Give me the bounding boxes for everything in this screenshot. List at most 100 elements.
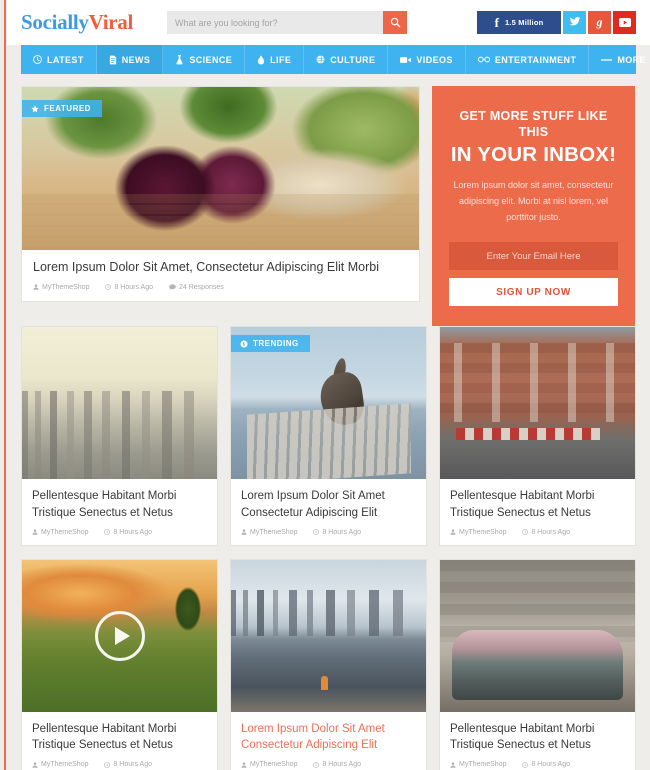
youtube-button[interactable] <box>613 11 636 34</box>
search-input[interactable] <box>167 11 383 34</box>
clock-icon <box>105 284 112 291</box>
post-image-car[interactable] <box>440 559 635 712</box>
nav-item-culture[interactable]: CULTURE <box>304 45 389 74</box>
clock-icon <box>522 529 529 536</box>
nav-label-latest: LATEST <box>47 54 84 65</box>
post-card[interactable]: Pellentesque Habitant Morbi Tristique Se… <box>439 558 636 770</box>
googleplus-button[interactable]: g <box>588 11 611 34</box>
nav-item-news[interactable]: NEWS <box>96 45 164 74</box>
page-root: SociallyViral f 1.5 Million g <box>7 0 650 770</box>
post-title[interactable]: Pellentesque Habitant Morbi Tristique Se… <box>32 721 207 754</box>
search-button[interactable] <box>383 11 407 34</box>
meta-author-label: MyThemeShop <box>459 761 507 768</box>
comment-icon <box>169 284 176 290</box>
flask-icon <box>175 54 184 65</box>
post-title[interactable]: Pellentesque Habitant Morbi Tristique Se… <box>32 488 207 521</box>
post-title[interactable]: Lorem Ipsum Dolor Sit Amet Consectetur A… <box>241 488 416 521</box>
nav-item-science[interactable]: SCIENCE <box>163 45 246 74</box>
clock-icon <box>313 761 320 768</box>
post-card-body: Pellentesque Habitant Morbi Tristique Se… <box>22 479 217 544</box>
post-card[interactable]: Pellentesque Habitant Morbi Tristique Se… <box>439 326 636 546</box>
post-image-video[interactable] <box>22 559 217 712</box>
globe-icon <box>316 55 325 64</box>
post-meta: MyThemeShop 8 Hours Ago <box>450 529 625 536</box>
googleplus-icon: g <box>596 15 603 29</box>
meta-time: 8 Hours Ago <box>313 529 361 536</box>
search-icon <box>390 17 401 28</box>
search-form <box>167 11 407 34</box>
post-card[interactable]: Pellentesque Habitant Morbi Tristique Se… <box>21 558 218 770</box>
meta-author-label: MyThemeShop <box>42 283 90 291</box>
nav-item-latest[interactable]: LATEST <box>21 45 97 74</box>
content-area: FEATURED Lorem Ipsum Dolor Sit Amet, Con… <box>7 74 650 327</box>
meta-time: 8 Hours Ago <box>105 284 153 291</box>
featured-badge: FEATURED <box>22 100 102 117</box>
nav-item-more[interactable]: MORE ▾ <box>589 45 650 74</box>
featured-post-title[interactable]: Lorem Ipsum Dolor Sit Amet, Consectetur … <box>33 259 408 277</box>
post-title[interactable]: Pellentesque Habitant Morbi Tristique Se… <box>450 721 625 754</box>
nav-item-life[interactable]: LIFE <box>245 45 305 74</box>
facebook-follower-count: 1.5 Million <box>504 18 544 27</box>
meta-author-label: MyThemeShop <box>41 528 89 536</box>
post-meta: MyThemeShop 8 Hours Ago <box>450 761 625 768</box>
post-card[interactable]: Lorem Ipsum Dolor Sit Amet Consectetur A… <box>230 558 427 770</box>
glasses-icon <box>477 56 490 63</box>
meta-author: MyThemeShop <box>241 529 297 536</box>
featured-post-image[interactable]: FEATURED <box>22 87 419 250</box>
clock-icon <box>33 55 42 64</box>
featured-badge-label: FEATURED <box>44 104 91 113</box>
meta-author: MyThemeShop <box>450 529 506 536</box>
trending-badge-label: TRENDING <box>253 339 299 349</box>
facebook-button[interactable]: f 1.5 Million <box>477 11 561 34</box>
newsletter-email-input[interactable] <box>449 242 618 271</box>
post-title[interactable]: Lorem Ipsum Dolor Sit Amet Consectetur A… <box>241 721 416 754</box>
video-play-button[interactable] <box>94 610 145 661</box>
featured-post-card[interactable]: FEATURED Lorem Ipsum Dolor Sit Amet, Con… <box>21 86 420 302</box>
post-card-body: Pellentesque Habitant Morbi Tristique Se… <box>440 479 635 544</box>
post-grid-row-1: Pellentesque Habitant Morbi Tristique Se… <box>7 326 650 558</box>
meta-time: 8 Hours Ago <box>522 529 570 536</box>
newsletter-signup-button[interactable]: SIGN UP NOW <box>449 278 618 307</box>
logo-text-primary: Socially <box>21 10 89 34</box>
user-icon <box>32 761 38 768</box>
meta-author: MyThemeShop <box>32 761 88 768</box>
meta-author-label: MyThemeShop <box>250 761 298 768</box>
star-icon <box>31 104 39 113</box>
meta-author-label: MyThemeShop <box>250 528 298 536</box>
nav-item-videos[interactable]: VIDEOS <box>388 45 466 74</box>
post-card[interactable]: Pellentesque Habitant Morbi Tristique Se… <box>21 326 218 546</box>
post-card[interactable]: TRENDING Lorem Ipsum Dolor Sit Amet Cons… <box>230 326 427 546</box>
post-image-street[interactable] <box>440 327 635 480</box>
ellipsis-icon <box>601 58 613 62</box>
twitter-button[interactable] <box>563 11 586 34</box>
post-meta: MyThemeShop 8 Hours Ago <box>241 529 416 536</box>
newsletter-heading-line2: IN YOUR INBOX! <box>450 142 617 166</box>
logo-text-secondary: Viral <box>88 10 134 34</box>
nav-item-entertainment[interactable]: ENTERTAINMENT <box>466 45 590 74</box>
droplet-icon <box>257 55 265 65</box>
user-icon <box>241 761 247 768</box>
meta-time-label: 8 Hours Ago <box>531 528 570 536</box>
post-meta: MyThemeShop 8 Hours Ago <box>241 761 416 768</box>
grid-cell-2: TRENDING Lorem Ipsum Dolor Sit Amet Cons… <box>230 326 427 558</box>
meta-author-label: MyThemeShop <box>459 528 507 536</box>
post-image-city[interactable] <box>22 327 217 480</box>
sidebar-column: GET MORE STUFF LIKE THIS IN YOUR INBOX! … <box>432 86 635 327</box>
post-title[interactable]: Pellentesque Habitant Morbi Tristique Se… <box>450 488 625 521</box>
post-image-skyline[interactable] <box>231 559 426 712</box>
awning-shape <box>455 427 600 440</box>
trending-badge: TRENDING <box>231 335 310 353</box>
meta-time-label: 8 Hours Ago <box>113 761 152 768</box>
meta-author: MyThemeShop <box>33 284 89 291</box>
main-navigation: LATEST NEWS SCIENCE LIFE CULTURE VIDEOS … <box>21 45 646 74</box>
social-buttons: f 1.5 Million g <box>477 11 636 34</box>
meta-responses-label: 24 Responses <box>179 283 224 291</box>
clock-icon <box>522 761 529 768</box>
post-image-pelican[interactable]: TRENDING <box>231 327 426 480</box>
nav-label-videos: VIDEOS <box>416 54 453 65</box>
meta-time-label: 8 Hours Ago <box>322 761 361 768</box>
meta-time: 8 Hours Ago <box>104 761 152 768</box>
meta-author: MyThemeShop <box>32 529 88 536</box>
clock-icon <box>104 529 111 536</box>
site-logo[interactable]: SociallyViral <box>21 10 133 35</box>
